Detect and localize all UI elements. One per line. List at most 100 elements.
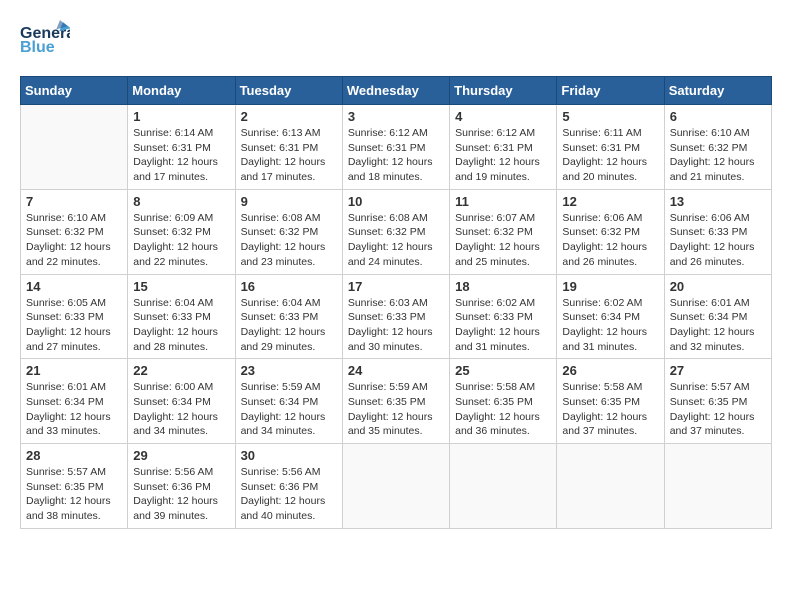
day-number: 22 xyxy=(133,363,229,378)
day-number: 24 xyxy=(348,363,444,378)
calendar-cell: 3 Sunrise: 6:12 AM Sunset: 6:31 PM Daylig… xyxy=(342,105,449,190)
calendar-cell: 7 Sunrise: 6:10 AM Sunset: 6:32 PM Daylig… xyxy=(21,189,128,274)
weekday-header: Tuesday xyxy=(235,77,342,105)
calendar-cell xyxy=(664,444,771,529)
cell-info: Sunrise: 5:56 AM Sunset: 6:36 PM Dayligh… xyxy=(133,465,229,524)
calendar-cell xyxy=(21,105,128,190)
cell-info: Sunrise: 6:04 AM Sunset: 6:33 PM Dayligh… xyxy=(133,296,229,355)
calendar-cell: 29 Sunrise: 5:56 AM Sunset: 6:36 PM Dayli… xyxy=(128,444,235,529)
day-number: 16 xyxy=(241,279,337,294)
cell-info: Sunrise: 6:07 AM Sunset: 6:32 PM Dayligh… xyxy=(455,211,551,270)
cell-info: Sunrise: 6:04 AM Sunset: 6:33 PM Dayligh… xyxy=(241,296,337,355)
calendar-cell: 23 Sunrise: 5:59 AM Sunset: 6:34 PM Dayli… xyxy=(235,359,342,444)
day-number: 29 xyxy=(133,448,229,463)
weekday-header: Sunday xyxy=(21,77,128,105)
weekday-header: Wednesday xyxy=(342,77,449,105)
calendar-cell xyxy=(557,444,664,529)
calendar-week-row: 7 Sunrise: 6:10 AM Sunset: 6:32 PM Daylig… xyxy=(21,189,772,274)
day-number: 5 xyxy=(562,109,658,124)
day-number: 26 xyxy=(562,363,658,378)
calendar-table: SundayMondayTuesdayWednesdayThursdayFrid… xyxy=(20,76,772,529)
day-number: 2 xyxy=(241,109,337,124)
calendar-cell: 22 Sunrise: 6:00 AM Sunset: 6:34 PM Dayli… xyxy=(128,359,235,444)
calendar-cell: 2Sunrise: 6:13 AM Sunset: 6:31 PM Daylig… xyxy=(235,105,342,190)
cell-info: Sunrise: 6:11 AM Sunset: 6:31 PM Dayligh… xyxy=(562,126,658,185)
cell-info: Sunrise: 5:59 AM Sunset: 6:35 PM Dayligh… xyxy=(348,380,444,439)
day-number: 12 xyxy=(562,194,658,209)
calendar-cell xyxy=(342,444,449,529)
day-number: 8 xyxy=(133,194,229,209)
calendar-week-row: 14 Sunrise: 6:05 AM Sunset: 6:33 PM Dayli… xyxy=(21,274,772,359)
calendar-cell: 6 Sunrise: 6:10 AM Sunset: 6:32 PM Daylig… xyxy=(664,105,771,190)
calendar-cell: 19 Sunrise: 6:02 AM Sunset: 6:34 PM Dayli… xyxy=(557,274,664,359)
weekday-header: Thursday xyxy=(450,77,557,105)
cell-info: Sunrise: 6:02 AM Sunset: 6:33 PM Dayligh… xyxy=(455,296,551,355)
calendar-cell: 28 Sunrise: 5:57 AM Sunset: 6:35 PM Dayli… xyxy=(21,444,128,529)
day-number: 11 xyxy=(455,194,551,209)
cell-info: Sunrise: 6:09 AM Sunset: 6:32 PM Dayligh… xyxy=(133,211,229,270)
cell-info: Sunrise: 6:08 AM Sunset: 6:32 PM Dayligh… xyxy=(241,211,337,270)
cell-info: Sunrise: 5:57 AM Sunset: 6:35 PM Dayligh… xyxy=(26,465,122,524)
calendar-cell: 10 Sunrise: 6:08 AM Sunset: 6:32 PM Dayli… xyxy=(342,189,449,274)
calendar-cell: 25 Sunrise: 5:58 AM Sunset: 6:35 PM Dayli… xyxy=(450,359,557,444)
cell-info: Sunrise: 6:01 AM Sunset: 6:34 PM Dayligh… xyxy=(26,380,122,439)
weekday-header: Monday xyxy=(128,77,235,105)
day-number: 23 xyxy=(241,363,337,378)
cell-info: Sunrise: 6:12 AM Sunset: 6:31 PM Dayligh… xyxy=(348,126,444,185)
calendar-cell: 8 Sunrise: 6:09 AM Sunset: 6:32 PM Daylig… xyxy=(128,189,235,274)
svg-text:Blue: Blue xyxy=(20,39,55,56)
calendar-cell: 30 Sunrise: 5:56 AM Sunset: 6:36 PM Dayli… xyxy=(235,444,342,529)
day-number: 15 xyxy=(133,279,229,294)
day-number: 6 xyxy=(670,109,766,124)
day-number: 27 xyxy=(670,363,766,378)
cell-info: Sunrise: 5:58 AM Sunset: 6:35 PM Dayligh… xyxy=(455,380,551,439)
calendar-cell: 24 Sunrise: 5:59 AM Sunset: 6:35 PM Dayli… xyxy=(342,359,449,444)
weekday-header: Saturday xyxy=(664,77,771,105)
cell-info: Sunrise: 6:10 AM Sunset: 6:32 PM Dayligh… xyxy=(26,211,122,270)
calendar-cell: 11 Sunrise: 6:07 AM Sunset: 6:32 PM Dayli… xyxy=(450,189,557,274)
calendar-cell: 20Sunrise: 6:01 AM Sunset: 6:34 PM Dayli… xyxy=(664,274,771,359)
day-number: 19 xyxy=(562,279,658,294)
day-number: 28 xyxy=(26,448,122,463)
cell-info: Sunrise: 6:12 AM Sunset: 6:31 PM Dayligh… xyxy=(455,126,551,185)
cell-info: Sunrise: 6:14 AM Sunset: 6:31 PM Dayligh… xyxy=(133,126,229,185)
day-number: 21 xyxy=(26,363,122,378)
calendar-cell: 26 Sunrise: 5:58 AM Sunset: 6:35 PM Dayli… xyxy=(557,359,664,444)
day-number: 9 xyxy=(241,194,337,209)
page-header: General Blue xyxy=(20,20,772,60)
day-number: 1 xyxy=(133,109,229,124)
cell-info: Sunrise: 5:59 AM Sunset: 6:34 PM Dayligh… xyxy=(241,380,337,439)
day-number: 4 xyxy=(455,109,551,124)
cell-info: Sunrise: 6:03 AM Sunset: 6:33 PM Dayligh… xyxy=(348,296,444,355)
calendar-header-row: SundayMondayTuesdayWednesdayThursdayFrid… xyxy=(21,77,772,105)
day-number: 14 xyxy=(26,279,122,294)
day-number: 17 xyxy=(348,279,444,294)
cell-info: Sunrise: 6:10 AM Sunset: 6:32 PM Dayligh… xyxy=(670,126,766,185)
cell-info: Sunrise: 6:08 AM Sunset: 6:32 PM Dayligh… xyxy=(348,211,444,270)
calendar-cell: 16 Sunrise: 6:04 AM Sunset: 6:33 PM Dayli… xyxy=(235,274,342,359)
cell-info: Sunrise: 5:56 AM Sunset: 6:36 PM Dayligh… xyxy=(241,465,337,524)
logo-icon: General Blue xyxy=(20,20,70,60)
day-number: 3 xyxy=(348,109,444,124)
day-number: 10 xyxy=(348,194,444,209)
day-number: 13 xyxy=(670,194,766,209)
day-number: 25 xyxy=(455,363,551,378)
calendar-week-row: 1 Sunrise: 6:14 AM Sunset: 6:31 PM Daylig… xyxy=(21,105,772,190)
calendar-cell: 14 Sunrise: 6:05 AM Sunset: 6:33 PM Dayli… xyxy=(21,274,128,359)
day-number: 7 xyxy=(26,194,122,209)
cell-info: Sunrise: 6:00 AM Sunset: 6:34 PM Dayligh… xyxy=(133,380,229,439)
calendar-cell: 13 Sunrise: 6:06 AM Sunset: 6:33 PM Dayli… xyxy=(664,189,771,274)
day-number: 30 xyxy=(241,448,337,463)
day-number: 18 xyxy=(455,279,551,294)
cell-info: Sunrise: 6:06 AM Sunset: 6:33 PM Dayligh… xyxy=(670,211,766,270)
calendar-cell: 21 Sunrise: 6:01 AM Sunset: 6:34 PM Dayli… xyxy=(21,359,128,444)
cell-info: Sunrise: 6:02 AM Sunset: 6:34 PM Dayligh… xyxy=(562,296,658,355)
day-number: 20 xyxy=(670,279,766,294)
cell-info: Sunrise: 6:05 AM Sunset: 6:33 PM Dayligh… xyxy=(26,296,122,355)
weekday-header: Friday xyxy=(557,77,664,105)
cell-info: Sunrise: 5:58 AM Sunset: 6:35 PM Dayligh… xyxy=(562,380,658,439)
calendar-week-row: 28 Sunrise: 5:57 AM Sunset: 6:35 PM Dayli… xyxy=(21,444,772,529)
calendar-cell: 1 Sunrise: 6:14 AM Sunset: 6:31 PM Daylig… xyxy=(128,105,235,190)
calendar-cell: 9 Sunrise: 6:08 AM Sunset: 6:32 PM Daylig… xyxy=(235,189,342,274)
calendar-cell xyxy=(450,444,557,529)
